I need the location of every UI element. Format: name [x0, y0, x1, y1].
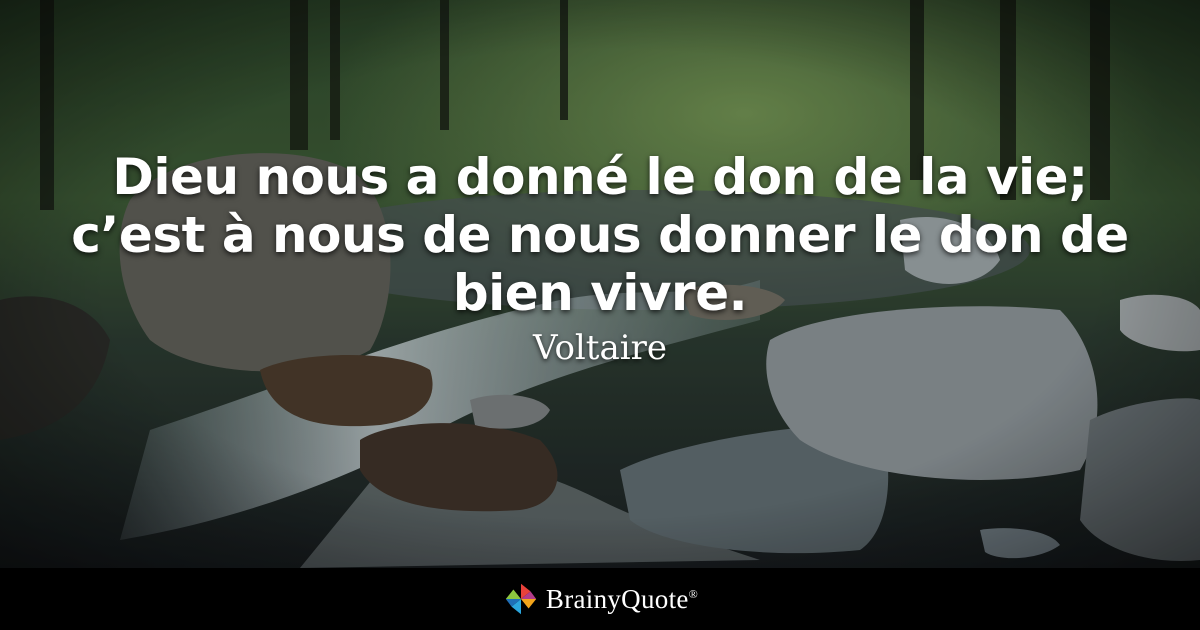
footer-bar: BrainyQuote®: [0, 568, 1200, 630]
quote-block: Dieu nous a donné le don de la vie; c’es…: [60, 148, 1140, 368]
brand-name-text: BrainyQuote: [545, 583, 689, 614]
quote-card: Dieu nous a donné le don de la vie; c’es…: [0, 0, 1200, 630]
quote-author[interactable]: Voltaire: [60, 328, 1140, 368]
pinwheel-logo-icon: [505, 583, 537, 615]
quote-text: Dieu nous a donné le don de la vie; c’es…: [71, 148, 1129, 322]
brand-name: BrainyQuote®: [546, 584, 698, 615]
trademark-mark: ®: [688, 586, 699, 601]
brand-logo[interactable]: BrainyQuote®: [502, 580, 698, 618]
